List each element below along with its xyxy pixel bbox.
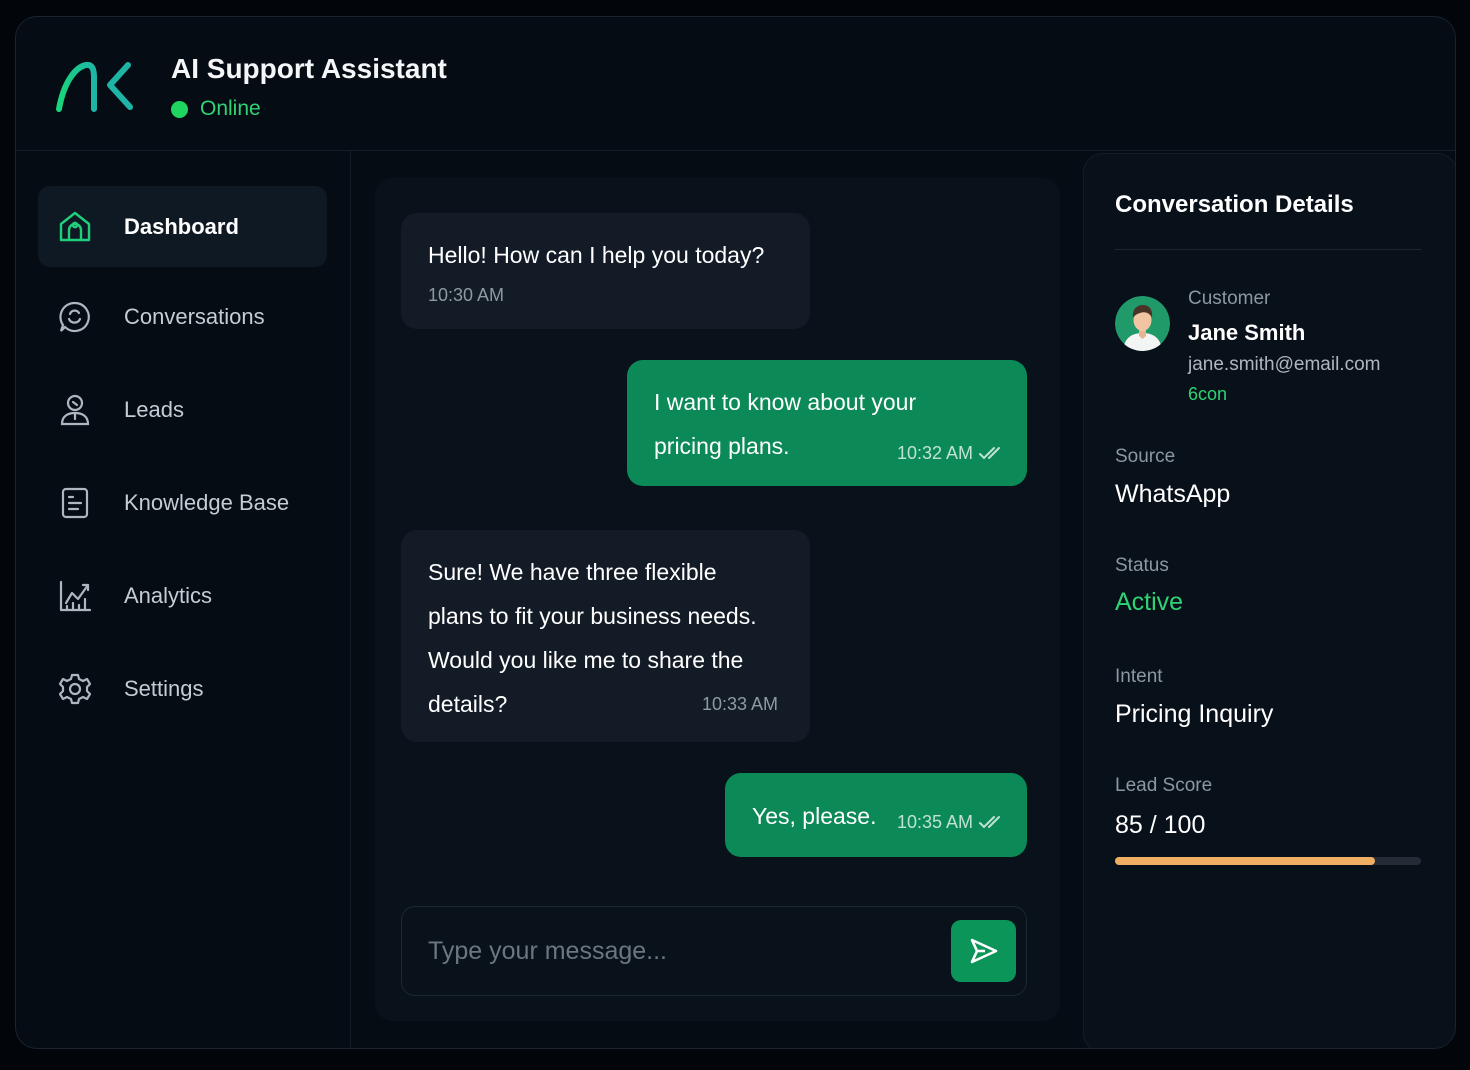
- gear-icon: [58, 673, 92, 705]
- message-bubble-incoming: Hello! How can I help you today? 10:30 A…: [401, 213, 810, 329]
- intent-label: Intent: [1115, 666, 1163, 687]
- sidebar-item-dashboard[interactable]: Dashboard: [38, 186, 327, 267]
- sidebar-item-knowledge-base[interactable]: Knowledge Base: [38, 462, 327, 543]
- conversation-details-panel: Conversation Details Customer Jane Smith…: [1083, 153, 1455, 1048]
- chart-icon: [59, 580, 92, 612]
- message-bubble-outgoing: Yes, please. 10:35 AM: [725, 773, 1027, 857]
- message-time: 10:30 AM: [428, 285, 505, 305]
- details-title: Conversation Details: [1115, 191, 1354, 218]
- sidebar-item-conversations[interactable]: Conversations: [38, 276, 327, 357]
- message-text-line: pricing plans.: [654, 433, 790, 459]
- status-text: Online: [200, 97, 261, 120]
- brand-logo-icon: [56, 61, 133, 112]
- send-button[interactable]: [951, 920, 1016, 982]
- app-window: AI Support Assistant Online Dashboard Co…: [15, 16, 1456, 1049]
- sidebar-item-label: Analytics: [124, 582, 213, 608]
- lead-score-fill: [1115, 857, 1376, 865]
- message-time: 10:35 AM: [897, 812, 974, 832]
- home-icon: [59, 211, 91, 242]
- chat-icon: [59, 301, 90, 333]
- message-text-line: plans to fit your business needs.: [428, 603, 757, 629]
- read-checkmarks-icon: [979, 447, 1000, 460]
- message-text-line: Would you like me to share the: [428, 647, 744, 673]
- intent-value: Pricing Inquiry: [1115, 700, 1274, 728]
- sidebar-item-label: Settings: [124, 675, 204, 701]
- sidebar-item-label: Dashboard: [124, 213, 239, 239]
- status-label: Status: [1115, 555, 1169, 576]
- message-time: 10:32 AM: [897, 443, 974, 463]
- sidebar-item-label: Conversations: [124, 303, 265, 329]
- lead-score-bar: [1115, 857, 1421, 865]
- divider: [1115, 249, 1421, 250]
- message-composer: [401, 906, 1027, 996]
- sidebar-item-analytics[interactable]: Analytics: [38, 555, 327, 636]
- message-text: Hello! How can I help you today?: [428, 242, 765, 268]
- avatar: [1115, 296, 1170, 351]
- message-text-line: I want to know about your: [654, 389, 917, 415]
- lead-score-label: Lead Score: [1115, 775, 1213, 796]
- sidebar-item-label: Knowledge Base: [124, 489, 290, 515]
- app-title: AI Support Assistant: [171, 53, 447, 84]
- chat-panel: Hello! How can I help you today? 10:30 A…: [375, 178, 1060, 1021]
- online-status: Online: [171, 97, 261, 121]
- read-checkmarks-icon: [979, 816, 1000, 829]
- message-text-line: details?: [428, 691, 508, 717]
- status-dot-icon: [171, 100, 188, 118]
- sidebar: Dashboard Conversations Leads Knowledge …: [16, 151, 351, 1048]
- sidebar-item-label: Leads: [124, 396, 184, 422]
- user-icon: [60, 394, 90, 426]
- document-icon: [61, 487, 89, 519]
- sidebar-item-settings[interactable]: Settings: [38, 648, 327, 729]
- app-header: AI Support Assistant Online: [16, 17, 1455, 151]
- message-text-line: Sure! We have three flexible: [428, 559, 717, 585]
- lead-score-value: 85 / 100: [1115, 811, 1206, 839]
- customer-tag: 6con: [1188, 384, 1228, 404]
- send-icon: [970, 938, 997, 964]
- message-time: 10:33 AM: [702, 694, 779, 714]
- message-bubble-outgoing: I want to know about your pricing plans.…: [627, 360, 1027, 486]
- source-label: Source: [1115, 446, 1176, 467]
- source-value: WhatsApp: [1115, 480, 1231, 508]
- sidebar-item-leads[interactable]: Leads: [38, 369, 327, 450]
- status-value: Active: [1115, 588, 1184, 616]
- customer-name: Jane Smith: [1188, 320, 1306, 345]
- message-input[interactable]: [428, 931, 928, 971]
- message-text: Yes, please.: [752, 803, 877, 829]
- customer-email: jane.smith@email.com: [1188, 354, 1381, 375]
- customer-label: Customer: [1188, 288, 1271, 309]
- message-bubble-incoming: Sure! We have three flexible plans to fi…: [401, 530, 810, 742]
